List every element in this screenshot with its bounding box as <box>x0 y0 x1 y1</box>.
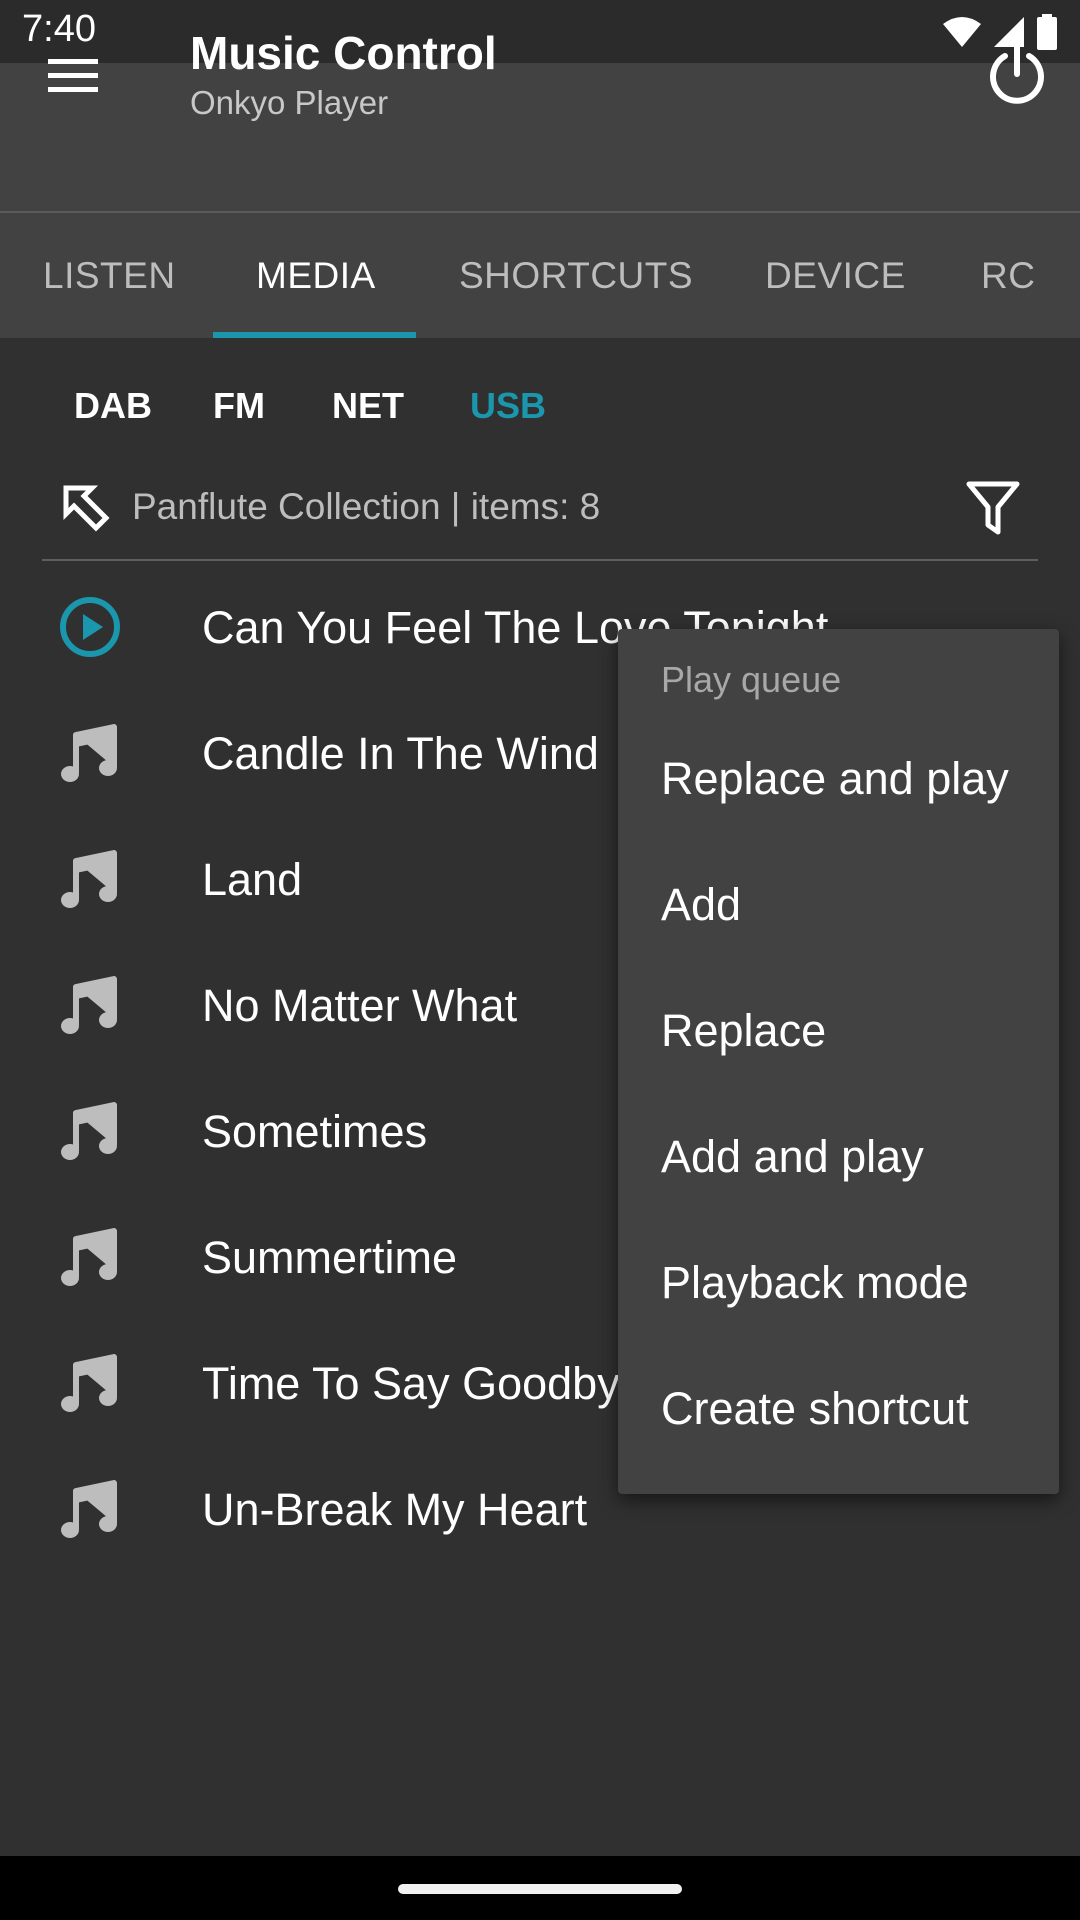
path-breadcrumb: Panflute Collection | items: 8 <box>132 486 601 527</box>
app-subtitle: Onkyo Player <box>190 84 389 121</box>
music-note-icon <box>61 1354 117 1412</box>
menu-item-playback-mode[interactable]: Playback mode <box>661 1257 969 1309</box>
status-bar <box>0 0 1080 63</box>
home-gesture-handle[interactable] <box>398 1884 682 1894</box>
hamburger-menu-icon[interactable] <box>40 42 106 108</box>
tab-media[interactable]: MEDIA <box>256 213 376 338</box>
filter-icon[interactable] <box>966 480 1020 536</box>
source-usb[interactable]: USB <box>470 385 546 427</box>
music-note-icon <box>61 1480 117 1538</box>
track-title: Sometimes <box>202 1106 428 1157</box>
play-circle-icon <box>60 597 120 657</box>
menu-item-replace[interactable]: Replace <box>661 1005 826 1057</box>
tab-listen[interactable]: LISTEN <box>43 213 176 338</box>
music-note-icon <box>61 850 117 908</box>
menu-item-add[interactable]: Add <box>661 879 741 931</box>
track-title: Time To Say Goodby <box>202 1358 620 1409</box>
tab-device[interactable]: DEVICE <box>765 213 906 338</box>
power-icon[interactable] <box>982 40 1052 110</box>
menu-item-create-shortcut[interactable]: Create shortcut <box>661 1383 969 1435</box>
popup-header: Play queue <box>661 659 842 700</box>
music-note-icon <box>61 976 117 1034</box>
source-dab[interactable]: DAB <box>74 385 152 427</box>
divider <box>42 559 1038 561</box>
app-title: Music Control <box>190 27 497 79</box>
music-note-icon <box>61 1102 117 1160</box>
track-title: Summertime <box>202 1232 458 1283</box>
track-title: Candle In The Wind <box>202 728 599 779</box>
menu-item-replace-and-play[interactable]: Replace and play <box>661 753 1009 805</box>
tab-rc[interactable]: RC <box>981 213 1035 338</box>
navigate-up-icon[interactable] <box>62 484 110 532</box>
app-bar <box>0 63 1080 213</box>
track-title: No Matter What <box>202 980 518 1031</box>
tab-shortcuts[interactable]: SHORTCUTS <box>459 213 693 338</box>
wifi-icon <box>943 17 981 47</box>
source-net[interactable]: NET <box>332 385 404 427</box>
track-title: Land <box>202 854 303 905</box>
menu-item-add-and-play[interactable]: Add and play <box>661 1131 924 1183</box>
tab-indicator <box>213 332 416 338</box>
music-note-icon <box>61 724 117 782</box>
music-note-icon <box>61 1228 117 1286</box>
play-queue-popup-menu: Play queue Replace and play Add Replace … <box>618 629 1059 1494</box>
tab-bar: LISTEN MEDIA SHORTCUTS DEVICE RC <box>0 213 1080 338</box>
source-fm[interactable]: FM <box>213 385 265 427</box>
track-title: Un-Break My Heart <box>202 1484 588 1535</box>
